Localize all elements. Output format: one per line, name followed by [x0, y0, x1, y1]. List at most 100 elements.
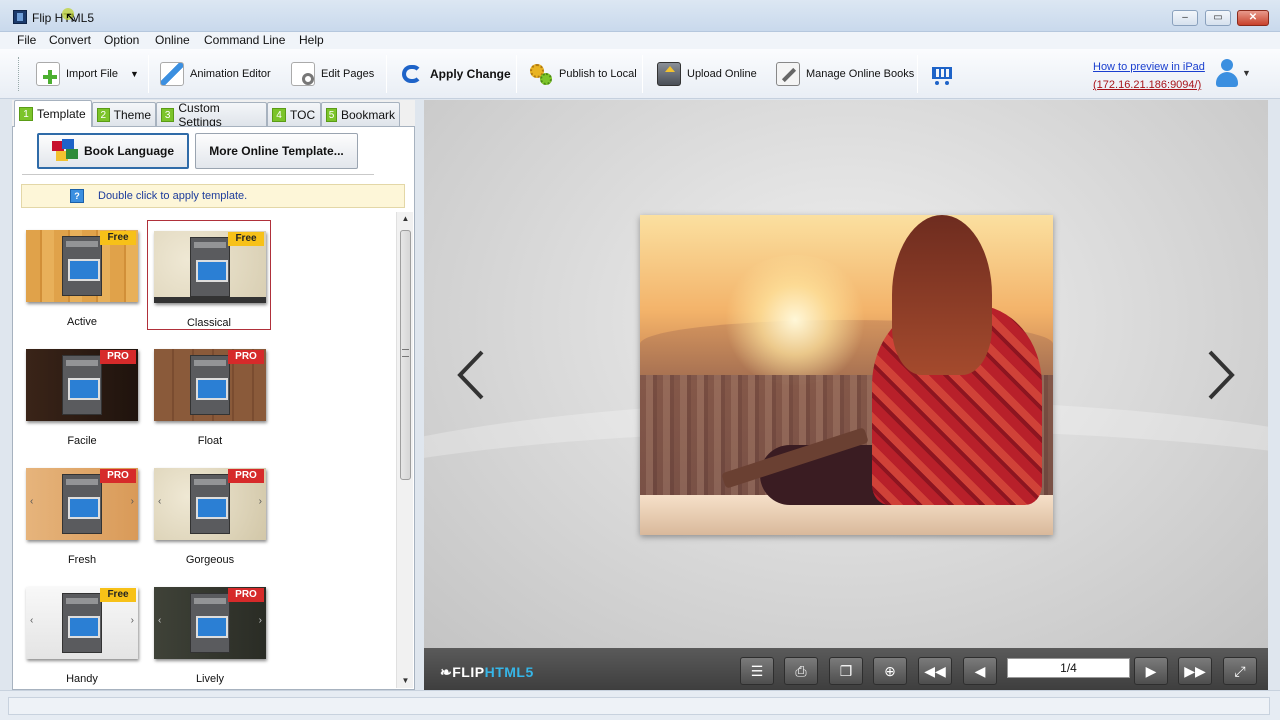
- scrollbar-thumb[interactable]: [400, 230, 411, 480]
- left-panel: 1 Template 2 Theme 3 Custom Settings 4 T…: [12, 100, 415, 690]
- upload-icon: [657, 62, 681, 86]
- toolbar-separator: [917, 55, 918, 93]
- template-thumbnail: PRO: [154, 349, 266, 421]
- more-online-template-button[interactable]: More Online Template...: [195, 133, 358, 169]
- upload-online-button[interactable]: Upload Online: [657, 58, 757, 90]
- tab-label: Bookmark: [340, 107, 395, 122]
- menu-help[interactable]: Help: [299, 33, 324, 47]
- zoom-in-icon[interactable]: ⊕: [873, 657, 907, 685]
- chevron-down-icon[interactable]: ▼: [1242, 68, 1251, 78]
- menu-file[interactable]: File: [17, 33, 36, 47]
- status-panel: [8, 697, 1270, 715]
- upload-online-label: Upload Online: [687, 68, 757, 80]
- tab-template[interactable]: 1 Template: [14, 100, 92, 127]
- edit-pages-label: Edit Pages: [321, 68, 375, 80]
- free-badge: Free: [228, 232, 264, 246]
- toolbar-separator: [148, 55, 149, 93]
- menu-convert[interactable]: Convert: [49, 33, 91, 47]
- toolbar: Import File ▼ Animation Editor Edit Page…: [0, 49, 1280, 99]
- next-page-icon[interactable]: ▶: [1134, 657, 1168, 685]
- edit-pages-icon: [291, 62, 315, 86]
- toolbar-separator: [516, 55, 517, 93]
- menu-bar: File Convert Option Online Command Line …: [0, 32, 1280, 49]
- edit-pages-button[interactable]: Edit Pages: [291, 58, 374, 90]
- wrench-icon: [776, 62, 800, 86]
- book-language-label: Book Language: [83, 144, 174, 158]
- user-account-icon[interactable]: [1216, 59, 1238, 89]
- template-name: Float: [197, 435, 223, 447]
- import-file-label: Import File: [66, 68, 118, 80]
- template-thumbnail: ‹ › Free: [26, 587, 138, 659]
- template-thumbnail: ‹ › PRO: [26, 468, 138, 540]
- close-button[interactable]: ✕: [1237, 10, 1269, 26]
- previous-page-arrow-icon[interactable]: [456, 348, 486, 402]
- template-name: Classical: [186, 317, 231, 329]
- template-item-float[interactable]: PRO Float: [152, 339, 276, 451]
- chevron-down-icon[interactable]: ▼: [130, 69, 139, 79]
- menu-online[interactable]: Online: [155, 33, 190, 47]
- hint-bar: ? Double click to apply template.: [21, 184, 405, 208]
- import-file-icon: [36, 62, 60, 86]
- template-name: Fresh: [67, 554, 97, 566]
- book-language-button[interactable]: Book Language: [37, 133, 189, 169]
- manage-online-books-button[interactable]: Manage Online Books: [776, 58, 914, 90]
- maximize-button[interactable]: ▭: [1205, 10, 1231, 26]
- template-item-facile[interactable]: PRO Facile: [24, 339, 148, 451]
- first-page-icon[interactable]: ◀◀: [918, 657, 952, 685]
- book-preview: [424, 100, 1268, 648]
- fullscreen-icon[interactable]: ⤢: [1223, 657, 1257, 685]
- template-name: Handy: [66, 673, 98, 685]
- template-item-lively[interactable]: ‹ › PRO Lively: [152, 577, 276, 689]
- logo-flip: FLIP: [452, 664, 485, 680]
- template-scrollbar[interactable]: ▲ ▼: [396, 212, 413, 688]
- ipad-preview-link[interactable]: How to preview in iPad: [1093, 61, 1205, 73]
- tab-theme[interactable]: 2 Theme: [92, 102, 156, 126]
- template-item-handy[interactable]: ‹ › Free Handy: [24, 577, 148, 689]
- divider: [22, 174, 374, 175]
- tab-bookmark[interactable]: 5 Bookmark: [321, 102, 400, 126]
- menu-option[interactable]: Option: [104, 33, 139, 47]
- tab-toc[interactable]: 4 TOC: [267, 102, 321, 126]
- scroll-up-arrow-icon[interactable]: ▲: [397, 212, 414, 226]
- import-file-button[interactable]: Import File ▼: [36, 58, 139, 90]
- template-thumbnail: Free: [26, 230, 138, 302]
- template-name: Gorgeous: [185, 554, 235, 566]
- template-item-active[interactable]: Free Active: [24, 220, 148, 332]
- logo-html5: HTML5: [484, 664, 534, 680]
- animation-editor-button[interactable]: Animation Editor: [160, 58, 271, 90]
- viewer-toolbar: ❧FLIPHTML5 ☰ ⎙ ❐ ⊕ ◀◀ ◀ 1/4 ▶ ▶▶ ⤢: [424, 648, 1268, 690]
- minimize-button[interactable]: –: [1172, 10, 1198, 26]
- toolbar-separator: [386, 55, 387, 93]
- app-icon: [13, 10, 27, 24]
- apply-change-button[interactable]: Apply Change: [400, 58, 511, 90]
- info-icon: ?: [70, 189, 84, 203]
- pro-badge: PRO: [100, 469, 136, 483]
- print-icon[interactable]: ⎙: [784, 657, 818, 685]
- table-of-contents-icon[interactable]: ☰: [740, 657, 774, 685]
- tab-number: 2: [97, 107, 110, 122]
- scroll-down-arrow-icon[interactable]: ▼: [397, 674, 414, 688]
- template-item-classical[interactable]: Free Classical: [147, 220, 271, 330]
- tab-label: Template: [37, 107, 86, 121]
- thumbnails-icon[interactable]: ❐: [829, 657, 863, 685]
- status-bar: [0, 690, 1280, 720]
- tab-custom-settings[interactable]: 3 Custom Settings: [156, 101, 267, 129]
- last-page-icon[interactable]: ▶▶: [1178, 657, 1212, 685]
- publish-local-button[interactable]: Publish to Local: [529, 58, 637, 90]
- template-item-fresh[interactable]: ‹ › PRO Fresh: [24, 458, 148, 570]
- manage-online-books-label: Manage Online Books: [806, 68, 915, 80]
- previous-page-icon[interactable]: ◀: [963, 657, 997, 685]
- book-page-image[interactable]: [640, 215, 1053, 535]
- shop-button[interactable]: [930, 58, 954, 90]
- template-name: Lively: [195, 673, 225, 685]
- ipad-preview-address[interactable]: (172.16.21.186:9094/): [1093, 79, 1201, 91]
- next-page-arrow-icon[interactable]: [1206, 348, 1236, 402]
- template-thumbnail: ‹ › PRO: [154, 587, 266, 659]
- menu-command-line[interactable]: Command Line: [204, 33, 285, 47]
- template-item-gorgeous[interactable]: ‹ › PRO Gorgeous: [152, 458, 276, 570]
- template-name: Facile: [67, 435, 97, 447]
- free-badge: Free: [100, 231, 136, 245]
- page-number-field[interactable]: 1/4: [1007, 658, 1130, 678]
- shopping-cart-icon: [930, 62, 954, 86]
- pro-badge: PRO: [100, 350, 136, 364]
